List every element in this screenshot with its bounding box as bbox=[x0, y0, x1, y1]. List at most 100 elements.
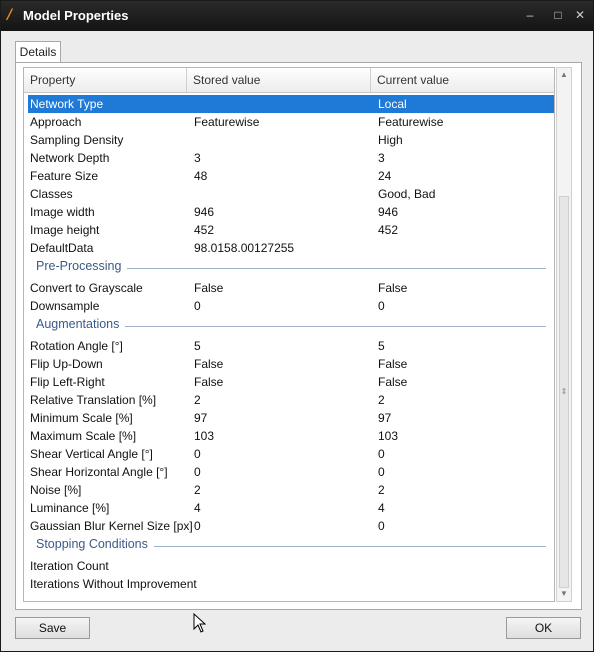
column-header-stored-value[interactable]: Stored value bbox=[187, 68, 371, 92]
property-row[interactable]: Relative Translation [%] 2 2 bbox=[28, 391, 554, 409]
section-title: Stopping Conditions bbox=[36, 537, 154, 551]
current-value: 24 bbox=[378, 169, 392, 183]
property-name: Flip Left-Right bbox=[30, 375, 105, 389]
property-row[interactable]: Classes Good, Bad bbox=[28, 185, 554, 203]
stored-value: 97 bbox=[194, 411, 208, 425]
property-name: Gaussian Blur Kernel Size [px] bbox=[30, 519, 193, 533]
property-row[interactable]: Approach Featurewise Featurewise bbox=[28, 113, 554, 131]
property-row[interactable]: Image width 946 946 bbox=[28, 203, 554, 221]
stored-value: 3 bbox=[194, 151, 201, 165]
title-bar[interactable]: / Model Properties – □ ✕ bbox=[1, 1, 593, 31]
property-row[interactable]: Gaussian Blur Kernel Size [px] 0 0 bbox=[28, 517, 554, 535]
property-row[interactable]: Maximum Scale [%] 103 103 bbox=[28, 427, 554, 445]
current-value: 2 bbox=[378, 393, 385, 407]
model-properties-window: / Model Properties – □ ✕ Details Propert… bbox=[0, 0, 594, 652]
property-row[interactable]: Luminance [%] 4 4 bbox=[28, 499, 554, 517]
section-title: Augmentations bbox=[36, 317, 126, 331]
property-row[interactable]: Shear Vertical Angle [°] 0 0 bbox=[28, 445, 554, 463]
property-name: Approach bbox=[30, 115, 82, 129]
stored-value: False bbox=[194, 357, 224, 371]
scroll-up-icon[interactable]: ▲ bbox=[557, 68, 571, 82]
grip-icon: ⇕ bbox=[560, 387, 568, 396]
property-name: Relative Translation [%] bbox=[30, 393, 157, 407]
property-row[interactable]: Feature Size 48 24 bbox=[28, 167, 554, 185]
property-name: Image width bbox=[30, 205, 95, 219]
property-row[interactable]: Minimum Scale [%] 97 97 bbox=[28, 409, 554, 427]
stored-value: 2 bbox=[194, 483, 201, 497]
tab-details[interactable]: Details bbox=[15, 41, 61, 63]
stored-value: 452 bbox=[194, 223, 215, 237]
property-row[interactable]: DefaultData 98.0158.00127255 bbox=[28, 239, 554, 257]
close-icon[interactable]: ✕ bbox=[571, 6, 589, 24]
property-name: Minimum Scale [%] bbox=[30, 411, 133, 425]
current-value: 0 bbox=[378, 465, 385, 479]
current-value: 0 bbox=[378, 519, 385, 533]
mouse-cursor-icon bbox=[193, 613, 207, 633]
property-name: Rotation Angle [°] bbox=[30, 339, 123, 353]
property-row[interactable]: Noise [%] 2 2 bbox=[28, 481, 554, 499]
current-value: High bbox=[378, 133, 403, 147]
property-name: Convert to Grayscale bbox=[30, 281, 143, 295]
column-header-current-value[interactable]: Current value bbox=[371, 68, 554, 92]
window-title: Model Properties bbox=[23, 8, 129, 23]
property-name: Image height bbox=[30, 223, 100, 237]
current-value: 0 bbox=[378, 299, 385, 313]
column-header-property[interactable]: Property bbox=[24, 68, 187, 92]
current-value: 97 bbox=[378, 411, 392, 425]
stored-value: 0 bbox=[194, 299, 201, 313]
section-header[interactable]: Augmentations bbox=[36, 316, 546, 336]
vertical-scrollbar[interactable]: ▲ ⇕ ▼ bbox=[556, 67, 572, 602]
property-name: DefaultData bbox=[30, 241, 94, 255]
stored-value: 0 bbox=[194, 447, 201, 461]
property-name: Sampling Density bbox=[30, 133, 124, 147]
grid-header: Property Stored value Current value bbox=[24, 68, 554, 93]
property-row[interactable]: Network Type Local bbox=[28, 95, 554, 113]
save-button[interactable]: Save bbox=[15, 617, 90, 639]
stored-value: False bbox=[194, 375, 224, 389]
ok-button[interactable]: OK bbox=[506, 617, 581, 639]
app-logo-icon: / bbox=[7, 7, 13, 23]
stored-value: 2 bbox=[194, 393, 201, 407]
property-row[interactable]: Network Depth 3 3 bbox=[28, 149, 554, 167]
property-name: Classes bbox=[30, 187, 73, 201]
property-row[interactable]: Flip Up-Down False False bbox=[28, 355, 554, 373]
property-name: Network Type bbox=[30, 97, 104, 111]
current-value: 0 bbox=[378, 447, 385, 461]
property-row[interactable]: Flip Left-Right False False bbox=[28, 373, 554, 391]
property-row[interactable]: Iterations Without Improvement bbox=[28, 575, 554, 593]
scrollbar-thumb[interactable]: ⇕ bbox=[559, 196, 569, 588]
property-name: Iterations Without Improvement bbox=[30, 577, 197, 591]
property-name: Network Depth bbox=[30, 151, 110, 165]
current-value: Featurewise bbox=[378, 115, 444, 129]
section-header[interactable]: Pre-Processing bbox=[36, 258, 546, 278]
property-row[interactable]: Shear Horizontal Angle [°] 0 0 bbox=[28, 463, 554, 481]
scroll-down-icon[interactable]: ▼ bbox=[557, 587, 571, 601]
current-value: 103 bbox=[378, 429, 399, 443]
property-name: Iteration Count bbox=[30, 559, 109, 573]
property-row[interactable]: Sampling Density High bbox=[28, 131, 554, 149]
current-value: False bbox=[378, 357, 408, 371]
current-value: 4 bbox=[378, 501, 385, 515]
current-value: 946 bbox=[378, 205, 399, 219]
current-value: 3 bbox=[378, 151, 385, 165]
stored-value: 5 bbox=[194, 339, 201, 353]
property-row[interactable]: Convert to Grayscale False False bbox=[28, 279, 554, 297]
property-row[interactable]: Downsample 0 0 bbox=[28, 297, 554, 315]
maximize-icon[interactable]: □ bbox=[549, 6, 567, 24]
property-name: Shear Vertical Angle [°] bbox=[30, 447, 153, 461]
section-title: Pre-Processing bbox=[36, 259, 128, 273]
section-header[interactable]: Stopping Conditions bbox=[36, 536, 546, 556]
current-value: 452 bbox=[378, 223, 399, 237]
property-name: Shear Horizontal Angle [°] bbox=[30, 465, 168, 479]
current-value: False bbox=[378, 281, 408, 295]
stored-value: 946 bbox=[194, 205, 215, 219]
property-name: Feature Size bbox=[30, 169, 99, 183]
stored-value: 48 bbox=[194, 169, 208, 183]
minimize-icon[interactable]: – bbox=[521, 6, 539, 24]
property-name: Maximum Scale [%] bbox=[30, 429, 137, 443]
property-row[interactable]: Image height 452 452 bbox=[28, 221, 554, 239]
property-row[interactable]: Rotation Angle [°] 5 5 bbox=[28, 337, 554, 355]
current-value: Local bbox=[378, 97, 407, 111]
property-row[interactable]: Iteration Count bbox=[28, 557, 554, 575]
stored-value: 0 bbox=[194, 465, 201, 479]
